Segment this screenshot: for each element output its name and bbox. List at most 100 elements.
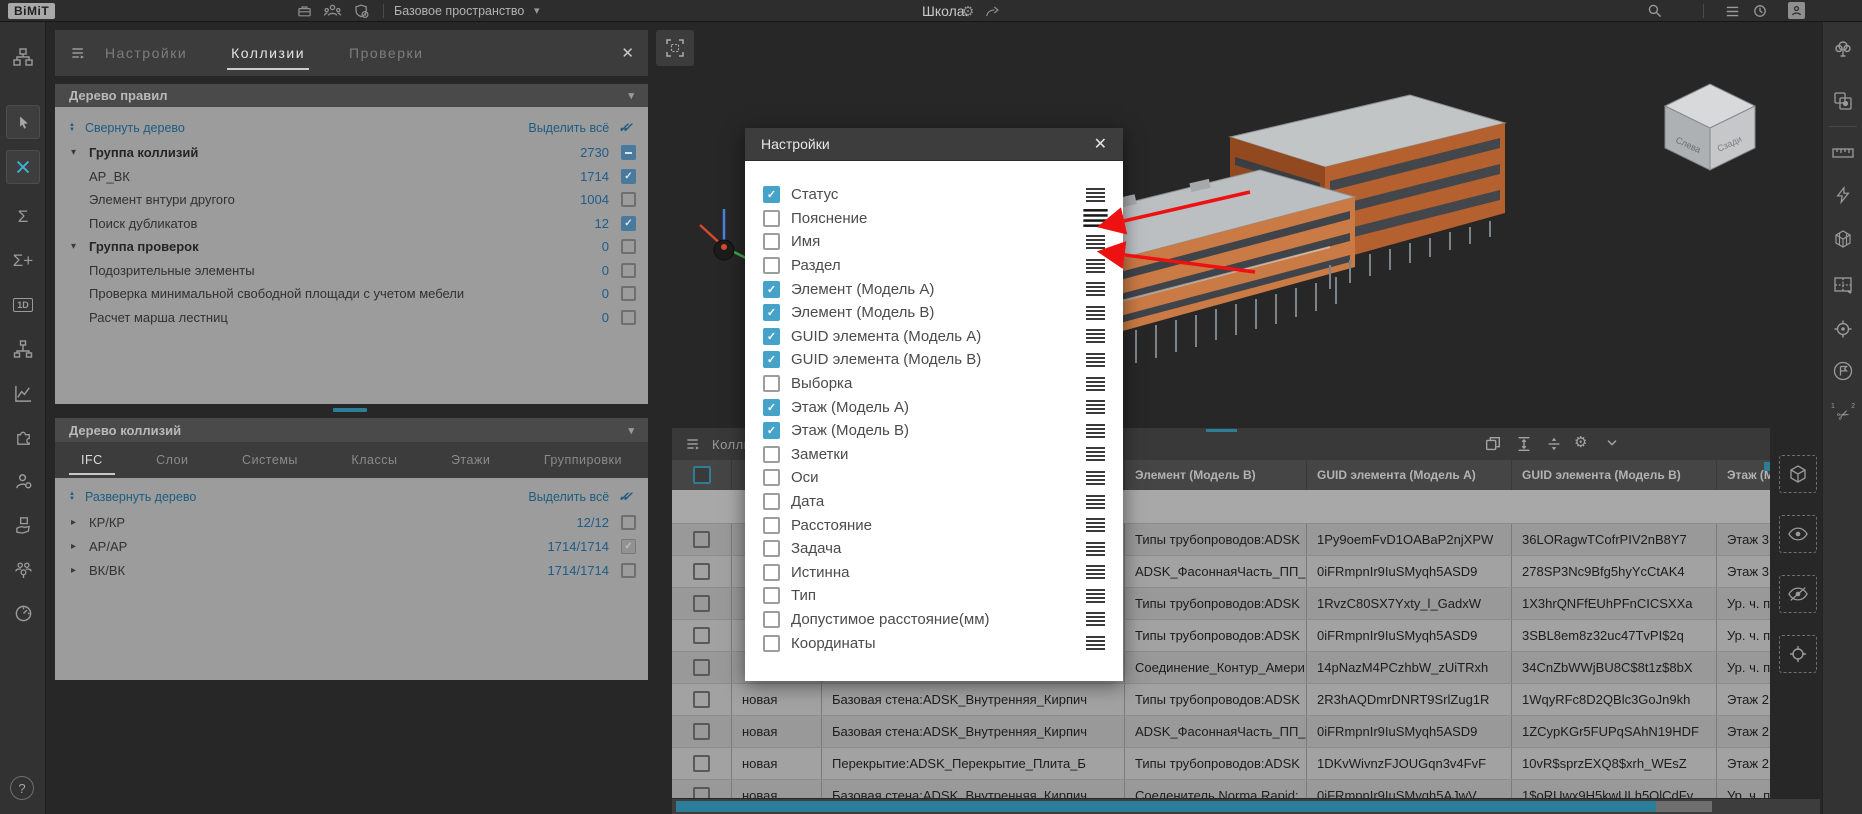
drag-handle-icon[interactable]: [1086, 565, 1105, 579]
column-toggle-row[interactable]: Оси: [745, 466, 1123, 490]
expand-caret-icon[interactable]: ▸: [71, 517, 89, 528]
close-icon[interactable]: ✕: [621, 44, 634, 62]
tree-item-checkbox[interactable]: [621, 263, 636, 278]
drag-handle-icon[interactable]: [1086, 424, 1105, 438]
chevron-down-icon[interactable]: ▾: [628, 89, 634, 102]
row-checkbox-cell[interactable]: [672, 588, 732, 619]
rules-tree-item[interactable]: ▾ Подозрительные элементы 0: [55, 259, 648, 283]
drag-handle-icon[interactable]: [1086, 612, 1105, 626]
column-checkbox[interactable]: [763, 635, 780, 652]
row-checkbox[interactable]: [693, 659, 710, 676]
column-checkbox[interactable]: [763, 257, 780, 274]
column-checkbox[interactable]: [763, 210, 780, 227]
rules-tree-item[interactable]: ▾ АР_ВК 1714: [55, 165, 648, 189]
horizontal-scrollbar[interactable]: [672, 799, 1820, 814]
double-check-icon[interactable]: ✓✓: [617, 120, 629, 136]
row-checkbox-cell[interactable]: [672, 652, 732, 683]
expand-caret-icon[interactable]: ▾: [71, 147, 89, 158]
column-checkbox[interactable]: [763, 281, 780, 298]
drag-handle-icon[interactable]: [1086, 329, 1105, 343]
row-checkbox[interactable]: [693, 563, 710, 580]
column-toggle-row[interactable]: Заметки: [745, 443, 1123, 467]
users-pin-icon[interactable]: [6, 552, 40, 586]
expand-caret-icon[interactable]: ▾: [71, 241, 89, 252]
panel-menu-icon[interactable]: [69, 45, 87, 61]
panel-tab[interactable]: Проверки: [349, 45, 423, 61]
drag-handle-icon[interactable]: [1086, 518, 1105, 532]
hide-eye-icon[interactable]: [1779, 575, 1817, 613]
column-checkbox[interactable]: [763, 611, 780, 628]
sum-icon[interactable]: Σ: [6, 200, 40, 234]
expand-tree-link[interactable]: Развернуть дерево: [85, 490, 196, 504]
column-toggle-row[interactable]: Координаты: [745, 631, 1123, 655]
drag-handle-icon[interactable]: [1086, 542, 1105, 556]
sum-plus-icon[interactable]: Σ+: [6, 244, 40, 278]
column-toggle-row[interactable]: GUID элемента (Модель А): [745, 325, 1123, 349]
collision-tree-tab[interactable]: Системы: [242, 453, 298, 467]
team-icon[interactable]: [322, 3, 342, 19]
table-row[interactable]: новая Перекрытие:ADSK_Перекрытие_Плита_Б…: [672, 748, 1770, 780]
row-checkbox[interactable]: [693, 691, 710, 708]
tree-item-checkbox[interactable]: [621, 239, 636, 254]
column-checkbox[interactable]: [763, 351, 780, 368]
row-checkbox-cell[interactable]: [672, 684, 732, 715]
section-cut-icon[interactable]: ✂ 1 2: [1828, 400, 1858, 430]
rules-tree-item[interactable]: ▾ Расчет марша лестниц 0: [55, 306, 648, 330]
collision-tree-tab[interactable]: Группировки: [544, 453, 622, 467]
collapse-tree-icon[interactable]: ▲▼: [69, 123, 75, 133]
modal-header[interactable]: Настройки ✕: [745, 128, 1123, 161]
collision-tree-item[interactable]: ▸ АР/АР 1714/1714: [55, 534, 648, 558]
overlap-select-icon[interactable]: [1828, 86, 1858, 116]
user-icon[interactable]: [1788, 2, 1805, 19]
drag-handle-icon[interactable]: [1086, 306, 1105, 320]
plugin-icon[interactable]: [6, 420, 40, 454]
row-checkbox[interactable]: [693, 531, 710, 548]
tree-item-checkbox[interactable]: [621, 216, 636, 231]
column-checkbox[interactable]: [763, 422, 780, 439]
header-cell-checkbox[interactable]: [672, 460, 732, 490]
drag-handle-icon[interactable]: [1086, 353, 1105, 367]
floorplan-icon[interactable]: [1828, 270, 1858, 300]
tree-item-checkbox[interactable]: [621, 192, 636, 207]
column-checkbox[interactable]: [763, 328, 780, 345]
flag-icon[interactable]: [1828, 356, 1858, 386]
help-icon[interactable]: ?: [10, 776, 34, 800]
row-checkbox-cell[interactable]: [672, 620, 732, 651]
column-checkbox[interactable]: [763, 304, 780, 321]
column-checkbox[interactable]: [763, 564, 780, 581]
drag-handle-icon[interactable]: [1086, 377, 1105, 391]
column-checkbox[interactable]: [763, 587, 780, 604]
navigation-cube[interactable]: Слева Сзади: [1655, 70, 1765, 175]
structure-icon[interactable]: [6, 40, 40, 74]
table-menu-icon[interactable]: [684, 436, 702, 452]
row-checkbox-cell[interactable]: [672, 780, 732, 798]
row-checkbox-cell[interactable]: [672, 716, 732, 747]
show-eye-icon[interactable]: [1779, 515, 1817, 553]
column-checkbox[interactable]: [763, 517, 780, 534]
column-toggle-row[interactable]: Этаж (Модель А): [745, 395, 1123, 419]
collision-tree-item[interactable]: ▸ ВК/ВК 1714/1714: [55, 558, 648, 582]
table-row[interactable]: новая Базовая стена:ADSK_Внутренняя_Кирп…: [672, 684, 1770, 716]
table-resize-handle[interactable]: [1206, 429, 1237, 432]
collision-tree-item[interactable]: ▸ КР/КР 12/12: [55, 510, 648, 534]
rules-tree-item[interactable]: ▾ Поиск дубликатов 12: [55, 212, 648, 236]
column-checkbox[interactable]: [763, 186, 780, 203]
briefcase-icon[interactable]: [294, 3, 314, 19]
tree-item-checkbox[interactable]: [621, 515, 636, 530]
drag-handle-icon[interactable]: [1086, 589, 1105, 603]
shield-icon[interactable]: [352, 3, 372, 19]
row-checkbox-cell[interactable]: [672, 524, 732, 555]
row-checkbox-cell[interactable]: [672, 556, 732, 587]
column-toggle-row[interactable]: Допустимое расстояние(мм): [745, 608, 1123, 632]
row-height-icon[interactable]: [1515, 435, 1533, 453]
tree-item-checkbox[interactable]: [621, 310, 636, 325]
workspace-selector[interactable]: Базовое пространство: [394, 4, 524, 18]
rules-tree-item[interactable]: ▾ Элемент внтури другого 1004: [55, 188, 648, 212]
select-all-link[interactable]: Выделить всё: [528, 490, 609, 504]
column-checkbox[interactable]: [763, 469, 780, 486]
collision-tree-tab[interactable]: Классы: [351, 453, 397, 467]
drag-handle-icon[interactable]: [1086, 495, 1105, 509]
hand-box-icon[interactable]: [6, 508, 40, 542]
collapse-rows-icon[interactable]: [1545, 435, 1563, 453]
search-icon[interactable]: [1645, 3, 1665, 19]
